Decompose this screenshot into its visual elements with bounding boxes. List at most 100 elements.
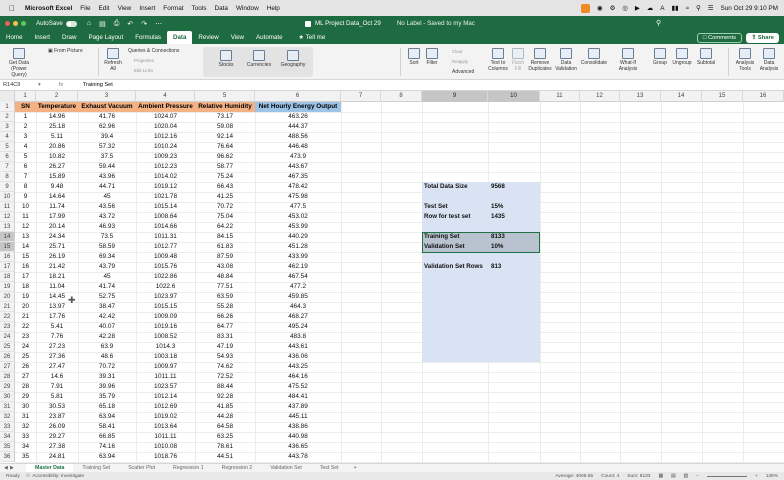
data-cell[interactable]: 436.06 [255,352,341,362]
text-to-columns-button[interactable]: Text to Columns [486,48,510,72]
data-cell[interactable]: 26.27 [36,162,78,172]
data-cell[interactable]: 7.76 [36,332,78,342]
data-cell[interactable]: 92.28 [195,392,255,402]
tab-formulas[interactable]: Formulas [129,31,167,44]
menu-help[interactable]: Help [267,5,280,12]
data-cell[interactable]: 35 [15,452,36,462]
clear-button[interactable]: Clear [452,49,480,55]
data-cell[interactable]: 1022.86 [136,272,195,282]
row-header[interactable]: 34 [0,432,15,442]
tab-home[interactable]: Home [0,31,29,44]
data-cell[interactable]: 477.2 [255,282,341,292]
data-cell[interactable]: 39.96 [78,382,136,392]
data-cell[interactable]: 58.59 [78,242,136,252]
column-header[interactable]: 11 [540,91,580,102]
column-header[interactable]: 7 [341,91,381,102]
table-header-cell[interactable]: Exhaust Vacuum [78,102,136,112]
table-header-cell[interactable]: Ambient Pressure [136,102,195,112]
analysis-tools-button[interactable]: Analysis Tools [733,48,757,72]
data-cell[interactable]: 46.93 [78,222,136,232]
menu-window[interactable]: Window [236,5,259,12]
data-cell[interactable]: 1019.02 [136,412,195,422]
row-header[interactable]: 25 [0,342,15,352]
row-header[interactable]: 14 [0,232,15,242]
data-cell[interactable]: 17.99 [36,212,78,222]
data-cell[interactable]: 18 [15,282,36,292]
save-icon[interactable]: ▤ [99,20,106,28]
data-cell[interactable]: 475.52 [255,382,341,392]
flash-fill-button[interactable]: Flash Fill [510,48,526,72]
data-cell[interactable]: 39.4 [78,132,136,142]
geography-button[interactable]: Geography [278,50,308,68]
data-cell[interactable]: 483.8 [255,332,341,342]
data-cell[interactable]: 440.98 [255,432,341,442]
column-header[interactable]: 4 [136,91,195,102]
normal-view-icon[interactable]: ▦ [658,474,663,479]
queries-connections-button[interactable]: Queries & Connections [128,48,192,54]
data-cell[interactable]: 8 [15,182,36,192]
data-cell[interactable]: 27.36 [36,352,78,362]
data-cell[interactable]: 7.91 [36,382,78,392]
data-cell[interactable]: 4 [15,142,36,152]
data-cell[interactable]: 433.99 [255,252,341,262]
data-cell[interactable]: 30.53 [36,402,78,412]
select-all-corner[interactable] [0,91,15,102]
data-cell[interactable]: 26 [15,362,36,372]
status-battery-icon[interactable]: ▮▮ [671,4,678,12]
data-cell[interactable]: 1019.12 [136,182,195,192]
data-cell[interactable]: 443.67 [255,162,341,172]
status-datetime[interactable]: Sun Oct 29 9:10 PM [720,5,778,12]
summary-label[interactable]: Validation Set [424,242,465,252]
summary-value[interactable]: 1435 [491,212,505,222]
status-play-icon[interactable]: ▶ [635,4,640,12]
data-cell[interactable]: 1023.97 [136,292,195,302]
data-cell[interactable]: 444.37 [255,122,341,132]
row-header[interactable]: 29 [0,382,15,392]
status-search-icon[interactable]: ⚲ [696,4,701,12]
data-cell[interactable]: 443.61 [255,342,341,352]
data-cell[interactable]: 11 [15,212,36,222]
status-wifi-icon[interactable]: ≈ [686,5,690,12]
data-cell[interactable]: 63.94 [78,412,136,422]
data-cell[interactable]: 1012.77 [136,242,195,252]
tab-data[interactable]: Data [167,31,193,44]
data-cell[interactable]: 66.43 [195,182,255,192]
data-cell[interactable]: 41.76 [78,112,136,122]
summary-label[interactable]: Test Set [424,202,448,212]
data-cell[interactable]: 10.82 [36,152,78,162]
data-cell[interactable]: 64.77 [195,322,255,332]
data-cell[interactable]: 12 [15,222,36,232]
summary-label[interactable]: Training Set [424,232,459,242]
summary-value[interactable]: 15% [491,202,503,212]
data-cell[interactable]: 1011.31 [136,232,195,242]
print-icon[interactable]: ⎙ [114,20,120,28]
menu-file[interactable]: File [80,5,90,12]
data-cell[interactable]: 33 [15,432,36,442]
data-cell[interactable]: 464.16 [255,372,341,382]
column-header[interactable]: 16 [743,91,784,102]
data-cell[interactable]: 1009.23 [136,152,195,162]
data-cell[interactable]: 18.21 [36,272,78,282]
data-cell[interactable]: 23.87 [36,412,78,422]
data-cell[interactable]: 57.32 [78,142,136,152]
row-header[interactable]: 16 [0,252,15,262]
data-cell[interactable]: 2 [15,122,36,132]
data-cell[interactable]: 11.74 [36,202,78,212]
data-cell[interactable]: 24.81 [36,452,78,462]
data-cell[interactable]: 21 [15,312,36,322]
data-cell[interactable]: 70.72 [78,362,136,372]
data-cell[interactable]: 54.93 [195,352,255,362]
data-cell[interactable]: 495.24 [255,322,341,332]
data-cell[interactable]: 1015.76 [136,262,195,272]
status-cloud-icon[interactable]: ☁ [647,4,653,12]
edit-links-button[interactable]: Edit Links [134,68,184,74]
subtotal-button[interactable]: Subtotal [694,48,718,66]
data-cell[interactable]: 70.72 [195,202,255,212]
data-cell[interactable]: 17.76 [36,312,78,322]
data-cell[interactable]: 24.34 [36,232,78,242]
tab-review[interactable]: Review [192,31,224,44]
data-cell[interactable]: 25.18 [36,122,78,132]
data-cell[interactable]: 1009.97 [136,362,195,372]
data-cell[interactable]: 453.99 [255,222,341,232]
stocks-button[interactable]: Stocks [214,50,238,68]
